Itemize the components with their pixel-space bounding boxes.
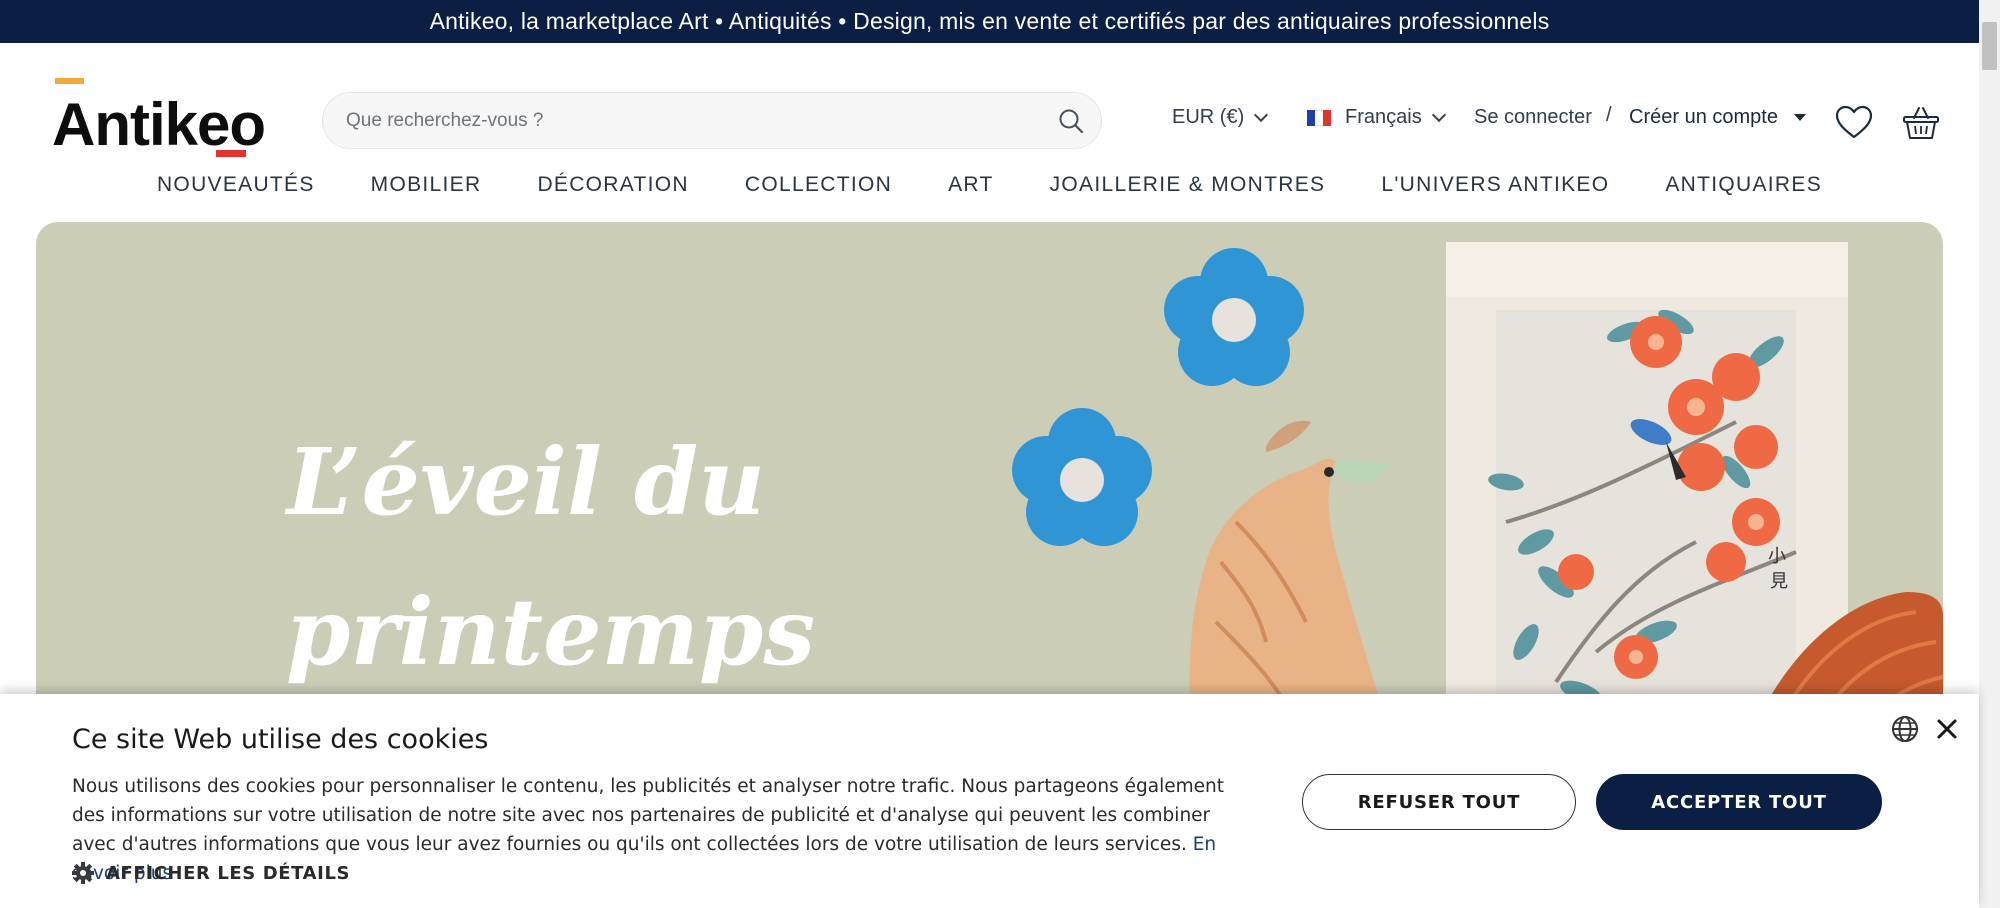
antikeo-logo[interactable]: Antikeo [52, 78, 266, 160]
announcement-bar: Antikeo, la marketplace Art • Antiquités… [0, 0, 1979, 43]
globe-icon[interactable] [1890, 714, 1920, 744]
nav-item-univers-antikeo[interactable]: L'UNIVERS ANTIKEO [1381, 173, 1609, 197]
register-label: Créer un compte [1629, 106, 1778, 128]
search-input[interactable] [346, 109, 1026, 132]
cookie-body-text: Nous utilisons des cookies pour personna… [72, 776, 1224, 855]
main-nav: NOUVEAUTÉS MOBILIER DÉCORATION COLLECTIO… [0, 173, 1979, 197]
scrollbar-thumb[interactable] [1982, 22, 1997, 70]
search-bar [322, 92, 1102, 149]
heart-icon[interactable] [1834, 103, 1874, 143]
page-scrollbar[interactable] [1979, 0, 2000, 908]
show-details-label: AFFICHER LES DÉTAILS [106, 862, 351, 884]
chevron-down-icon [1431, 107, 1446, 122]
gear-icon [72, 862, 94, 884]
hero-title-line1: L’éveil du [286, 428, 766, 536]
hero-title-line2: printemps [286, 578, 816, 686]
currency-selector[interactable]: EUR (€) [1172, 106, 1269, 129]
language-selector[interactable]: Français [1307, 106, 1446, 129]
show-details-toggle[interactable]: AFFICHER LES DÉTAILS [72, 862, 350, 884]
login-label: Se connecter [1474, 106, 1592, 128]
search-icon[interactable] [1057, 107, 1085, 135]
nav-item-collection[interactable]: COLLECTION [745, 173, 892, 197]
hero-title: L’éveil du printemps [286, 407, 816, 707]
caret-down-icon [1793, 114, 1806, 121]
basket-icon[interactable] [1901, 103, 1941, 143]
cookie-title: Ce site Web utilise des cookies [72, 724, 489, 755]
currency-label: EUR (€) [1172, 106, 1245, 128]
nav-item-joaillerie-montres[interactable]: JOAILLERIE & MONTRES [1050, 173, 1326, 197]
nav-item-mobilier[interactable]: MOBILIER [371, 173, 482, 197]
close-icon[interactable] [1932, 714, 1962, 744]
account-separator: / [1606, 104, 1612, 126]
nav-item-art[interactable]: ART [948, 173, 994, 197]
announcement-text: Antikeo, la marketplace Art • Antiquités… [429, 8, 1550, 34]
chevron-down-icon [1254, 107, 1269, 122]
french-flag-icon [1307, 109, 1331, 126]
nav-item-antiquaires[interactable]: ANTIQUAIRES [1665, 173, 1822, 197]
cookie-consent-banner: Ce site Web utilise des cookies Nous uti… [0, 694, 1979, 908]
logo-accent-red [216, 150, 246, 157]
logo-wordmark: Antikeo [52, 91, 266, 158]
nav-item-decoration[interactable]: DÉCORATION [537, 173, 688, 197]
language-label: Français [1345, 106, 1422, 128]
logo-accent-orange [55, 78, 84, 84]
nav-item-nouveautes[interactable]: NOUVEAUTÉS [157, 173, 315, 197]
svg-text:小: 小 [1768, 546, 1786, 567]
refuse-all-button[interactable]: REFUSER TOUT [1302, 774, 1576, 830]
register-link[interactable]: Créer un compte [1629, 106, 1806, 129]
svg-text:見: 見 [1770, 571, 1788, 592]
login-link[interactable]: Se connecter [1474, 106, 1592, 129]
accept-all-button[interactable]: ACCEPTER TOUT [1596, 774, 1882, 830]
